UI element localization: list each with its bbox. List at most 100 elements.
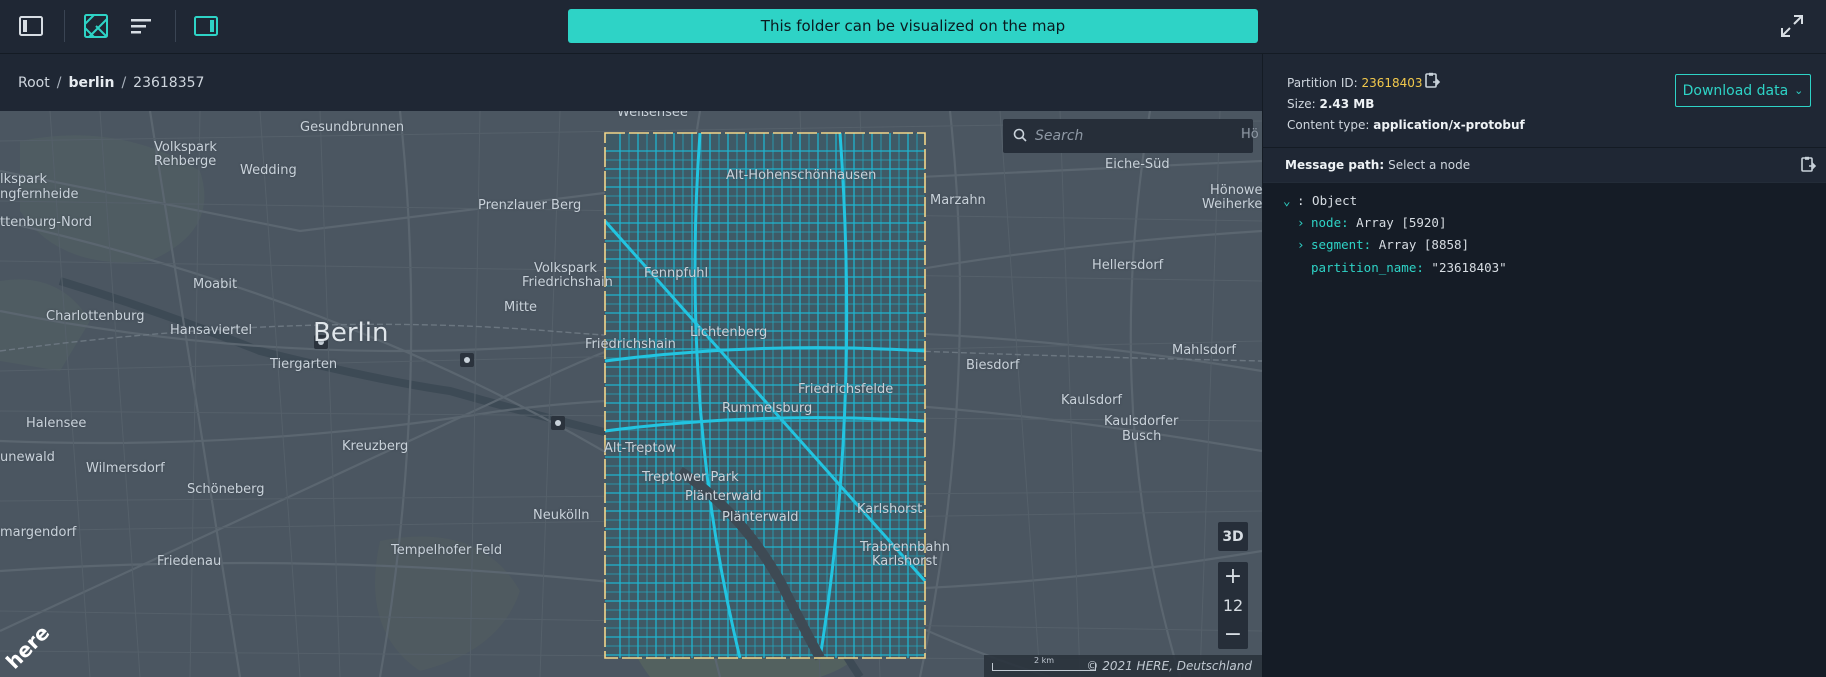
map-label: Mahlsdorf (1172, 343, 1236, 358)
breadcrumb-root[interactable]: Root (18, 75, 50, 91)
tree-value: Array [5920] (1356, 215, 1447, 230)
breadcrumb-separator: / (56, 74, 62, 91)
map-label-city: Berlin (313, 318, 389, 348)
tree-key: segment: (1311, 237, 1372, 252)
message-path-value: Select a node (1388, 158, 1471, 172)
map-label: Volkspark (534, 261, 597, 276)
map-visualization-banner: This folder can be visualized on the map (568, 9, 1258, 43)
map-label: Hönowe (1210, 183, 1262, 198)
tree-node-segment[interactable]: › segment: Array [8858] (1297, 237, 1469, 252)
map-label: Alt-Treptow (604, 441, 677, 456)
breadcrumb: Root / berlin / 23618357 (0, 54, 1262, 111)
map-label: Volkspark (154, 140, 217, 155)
map-label: Hö (1241, 127, 1259, 142)
3d-toggle-button[interactable]: 3D (1218, 522, 1248, 551)
zoom-out-button[interactable]: − (1218, 620, 1248, 649)
download-data-button[interactable]: Download data ⌄ (1675, 74, 1811, 107)
map-label: Tiergarten (270, 357, 338, 372)
map-label: Friedrichshain (585, 337, 676, 352)
zoom-control: + 12 − (1218, 562, 1248, 649)
map-label: Friedrichsfelde (798, 382, 894, 397)
map-label: Tempelhofer Feld (391, 543, 503, 558)
map-label: Kaulsdorf (1061, 393, 1123, 408)
list-view-icon[interactable] (128, 13, 154, 39)
tree-node-node[interactable]: › node: Array [5920] (1297, 215, 1446, 230)
tree-node-partition-name[interactable]: partition_name: "23618403" (1311, 260, 1507, 275)
copy-icon[interactable] (1423, 72, 1441, 90)
message-tree: ⌄ : Object › node: Array [5920] › segment: … (1263, 182, 1826, 677)
content-type-label: Content type: (1287, 118, 1370, 132)
map-label: Karlshorst (872, 554, 938, 569)
copy-path-icon[interactable] (1799, 156, 1817, 174)
map-label: Neukölln (533, 508, 590, 523)
map-label: Hellersdorf (1092, 258, 1164, 273)
map-label: Eiche-Süd (1105, 157, 1170, 172)
map-label: ttenburg-Nord (0, 215, 93, 230)
tree-node-root[interactable]: ⌄ : Object (1283, 193, 1357, 208)
map-view-icon[interactable] (83, 13, 109, 39)
map-label: Weißensee (617, 111, 688, 120)
map-label: Fennpfuhl (644, 266, 709, 281)
breadcrumb-partition: 23618357 (133, 74, 205, 91)
zoom-level: 12 (1222, 596, 1244, 615)
map-label: Gesundbrunnen (300, 120, 405, 135)
map-label: unewald (0, 450, 55, 465)
map-label: Charlottenburg (46, 309, 145, 324)
tree-value: Array [8858] (1378, 237, 1470, 252)
map-search: Hö (1003, 119, 1259, 153)
fullscreen-icon[interactable] (1780, 14, 1806, 40)
size-row: Size: 2.43 MB (1287, 97, 1374, 111)
panel-toggle-icon[interactable] (193, 13, 219, 39)
size-label: Size: (1287, 97, 1316, 111)
map-label: Plänterwald (722, 510, 799, 525)
map-label: margendorf (0, 525, 77, 540)
zoom-in-button[interactable]: + (1218, 562, 1248, 591)
toolbar-divider (64, 10, 65, 42)
copyright-text: © 2021 HERE, Deutschland (1086, 659, 1252, 673)
chevron-right-icon: › (1297, 215, 1305, 230)
tree-node-label: : Object (1297, 193, 1358, 208)
partition-id-row: Partition ID: 23618403 (1287, 76, 1423, 90)
top-bar: This folder can be visualized on the map (0, 0, 1826, 54)
search-icon (1013, 127, 1027, 146)
content-type-row: Content type: application/x-protobuf (1287, 118, 1525, 132)
download-data-label: Download data (1682, 82, 1789, 99)
map-label: Rummelsburg (722, 401, 813, 416)
partition-meta: Partition ID: 23618403 Size: 2.43 MB Con… (1263, 54, 1826, 147)
search-input[interactable] (1035, 128, 1235, 144)
map-label: Alt-Hohenschönhausen (726, 168, 877, 183)
map-canvas[interactable]: Weißensee Gesundbrunnen Volkspark Rehber… (0, 111, 1262, 677)
map-label: Prenzlauer Berg (478, 198, 582, 213)
partition-id-label: Partition ID: (1287, 76, 1358, 90)
sidebar-toggle-icon[interactable] (18, 13, 44, 39)
map-label: Halensee (26, 416, 87, 431)
scale-label: 2 km (1033, 656, 1055, 665)
map-label: Busch (1122, 429, 1162, 444)
map-label: Kaulsdorfer (1104, 414, 1179, 429)
partition-id-value: 23618403 (1361, 76, 1423, 90)
map-label: Biesdorf (966, 358, 1020, 373)
chevron-down-icon: ⌄ (1283, 193, 1291, 208)
map-label: Karlshorst (857, 502, 923, 517)
map-label: Treptower Park (642, 470, 739, 485)
map-label: lkspark (0, 172, 48, 187)
size-value: 2.43 MB (1319, 97, 1375, 111)
map-label: Wedding (240, 163, 297, 178)
map-label: Schöneberg (187, 482, 265, 497)
map-label: Weiherket (1202, 197, 1262, 212)
map-label: Kreuzberg (342, 439, 409, 454)
tree-value: "23618403" (1431, 260, 1507, 275)
chevron-down-icon: ⌄ (1794, 84, 1804, 97)
map-label: Plänterwald (685, 489, 762, 504)
message-path-bar: Message path: Select a node (1263, 147, 1826, 182)
breadcrumb-catalog[interactable]: berlin (68, 75, 114, 91)
map-label: Rehberge (154, 154, 217, 169)
message-path-label: Message path: (1285, 158, 1385, 172)
map-label: Hansaviertel (170, 323, 253, 338)
map-label: Trabrennbahn (860, 540, 950, 555)
map-label: Marzahn (930, 193, 986, 208)
map-label: Lichtenberg (690, 325, 768, 340)
map-label: Friedrichshain (522, 275, 613, 290)
map-label: ngfernheide (0, 187, 79, 202)
partition-details-panel: Partition ID: 23618403 Size: 2.43 MB Con… (1262, 54, 1826, 677)
